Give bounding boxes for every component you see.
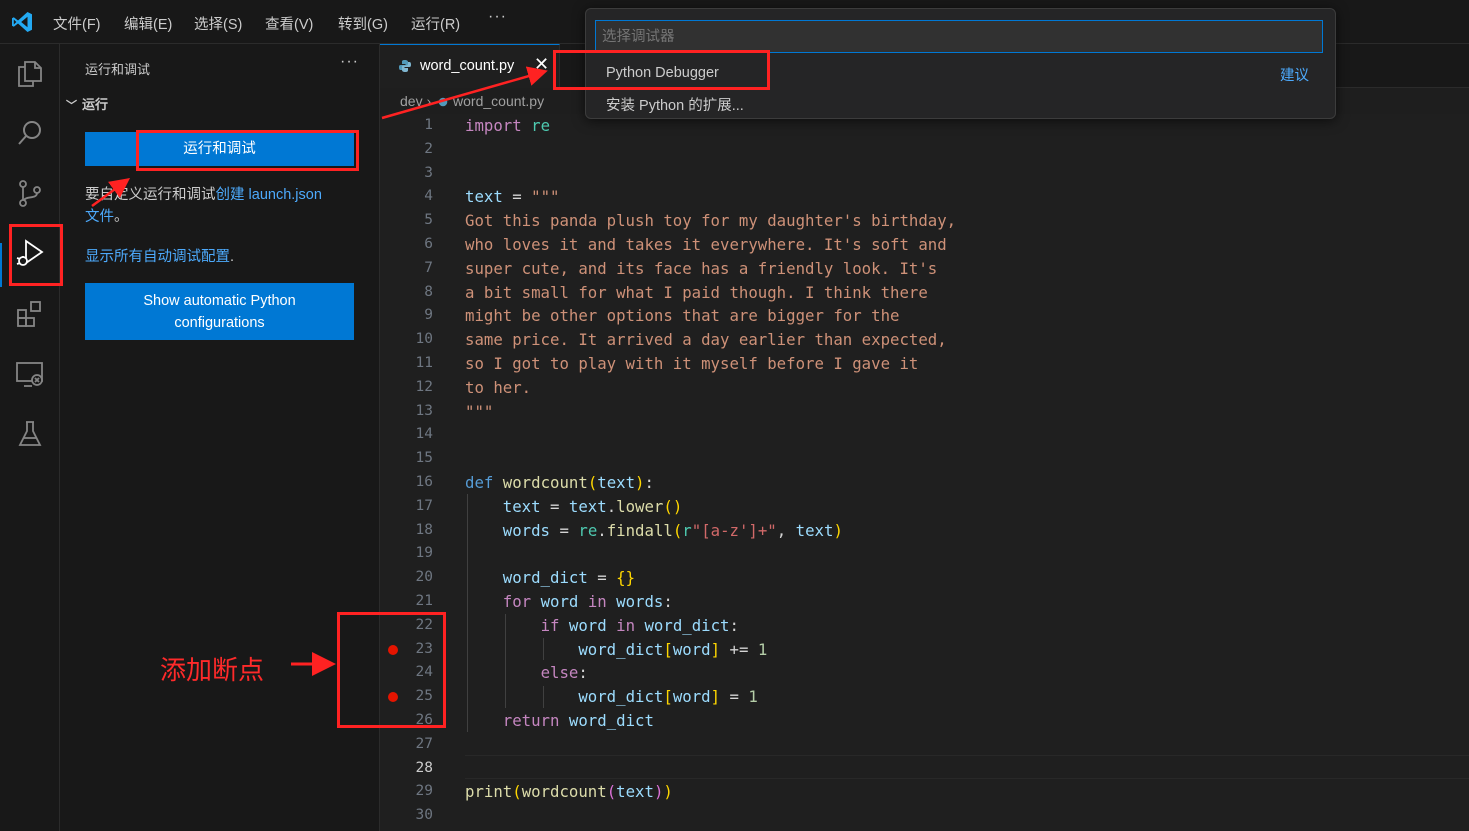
line-number[interactable]: 10 (380, 328, 433, 352)
code-line[interactable]: word_dict = {} (465, 566, 635, 590)
install-python-extension-option[interactable]: 安装 Python 的扩展... (606, 94, 744, 115)
code-line[interactable]: who loves it and takes it everywhere. It… (465, 233, 947, 257)
code-line[interactable]: import re (465, 114, 550, 138)
line-number[interactable]: 7 (380, 257, 433, 281)
line-number[interactable]: 27 (380, 733, 433, 757)
code-line[interactable]: """ (465, 400, 493, 424)
show-all-suffix: . (230, 249, 235, 265)
line-number[interactable]: 19 (380, 542, 433, 566)
menu-view[interactable]: 查看(V) (265, 13, 313, 34)
line-number[interactable]: 11 (380, 352, 433, 376)
chevron-down-icon: ﹀ (66, 100, 77, 112)
explorer-icon[interactable] (14, 57, 46, 89)
search-icon[interactable] (14, 117, 46, 149)
code-line[interactable]: return word_dict (465, 709, 654, 733)
code-line[interactable]: Got this panda plush toy for my daughter… (465, 209, 956, 233)
line-number[interactable]: 18 (380, 519, 433, 543)
current-line-highlight (465, 755, 1469, 779)
debugger-search-input[interactable] (595, 20, 1323, 53)
line-number[interactable]: 16 (380, 471, 433, 495)
code-line[interactable]: word_dict[word] += 1 (465, 638, 767, 662)
code-line[interactable]: same price. It arrived a day earlier tha… (465, 328, 947, 352)
customize-suffix: 。 (114, 209, 129, 225)
menu-edit[interactable]: 编辑(E) (124, 13, 172, 34)
close-icon[interactable]: ✕ (534, 54, 549, 75)
annotation-box-run-button (136, 130, 359, 171)
show-all-configs-link[interactable]: 显示所有自动调试配置 (85, 249, 230, 265)
annotation-box-python-debugger (553, 50, 770, 90)
customize-prefix: 要自定义运行和调试 (85, 187, 216, 203)
menu-selection[interactable]: 选择(S) (194, 13, 242, 34)
run-section-header[interactable]: ﹀ 运行 (66, 94, 108, 113)
line-number[interactable]: 13 (380, 400, 433, 424)
annotation-box-breakpoints (337, 612, 446, 728)
source-control-icon[interactable] (14, 177, 46, 209)
annotation-box-run-icon (9, 224, 63, 286)
line-number[interactable]: 14 (380, 423, 433, 447)
create-launch-json-link-cont[interactable]: 文件 (85, 209, 114, 225)
tab-label: word_count.py (420, 58, 515, 74)
sidebar-title: 运行和调试 (85, 62, 151, 77)
extensions-icon[interactable] (14, 298, 46, 330)
line-number[interactable]: 3 (380, 162, 433, 186)
code-line[interactable]: to her. (465, 376, 531, 400)
code-line[interactable]: a bit small for what I paid though. I th… (465, 281, 928, 305)
code-line[interactable]: might be other options that are bigger f… (465, 304, 899, 328)
breadcrumb-separator-icon: › (426, 93, 432, 109)
run-section-label: 运行 (82, 97, 109, 112)
show-all-configs: 显示所有自动调试配置. (85, 245, 234, 266)
code-line[interactable]: super cute, and its face has a friendly … (465, 257, 937, 281)
create-launch-json-link[interactable]: 创建 launch.json (216, 187, 322, 203)
line-number[interactable]: 29 (380, 780, 433, 804)
python-button-line2: configurations (174, 314, 265, 331)
line-number[interactable]: 2 (380, 138, 433, 162)
code-line[interactable]: for word in words: (465, 590, 673, 614)
code-line[interactable]: if word in word_dict: (465, 614, 739, 638)
python-file-icon (399, 60, 411, 72)
line-number[interactable]: 12 (380, 376, 433, 400)
remote-explorer-icon[interactable] (14, 358, 46, 390)
menu-file[interactable]: 文件(F) (53, 13, 101, 34)
line-number[interactable]: 17 (380, 495, 433, 519)
menu-go[interactable]: 转到(G) (338, 13, 388, 34)
code-line[interactable]: text = """ (465, 185, 559, 209)
line-number[interactable]: 9 (380, 304, 433, 328)
customize-text: 要自定义运行和调试创建 launch.json 文件。 (85, 184, 365, 228)
code-line[interactable]: words = re.findall(r"[a-z']+", text) (465, 519, 843, 543)
activity-bar (0, 44, 60, 831)
line-number[interactable]: 20 (380, 566, 433, 590)
line-number[interactable]: 6 (380, 233, 433, 257)
line-number[interactable]: 21 (380, 590, 433, 614)
line-number[interactable]: 4 (380, 185, 433, 209)
annotation-breakpoint-label: 添加断点 (160, 655, 265, 685)
line-number[interactable]: 8 (380, 281, 433, 305)
line-number[interactable]: 28 (380, 757, 433, 781)
menu-more-icon[interactable]: ··· (488, 8, 507, 26)
line-number[interactable]: 30 (380, 804, 433, 828)
line-number[interactable]: 1 (380, 114, 433, 138)
show-python-configs-button[interactable]: Show automatic Python configurations (85, 283, 354, 340)
code-line[interactable]: so I got to play with it myself before I… (465, 352, 918, 376)
code-line[interactable]: print(wordcount(text)) (465, 780, 673, 804)
sidebar-more-icon[interactable]: ··· (340, 53, 359, 71)
active-indicator (0, 243, 2, 287)
python-file-icon (438, 98, 448, 107)
python-button-line1: Show automatic Python (143, 292, 296, 309)
suggestion-label: 建议 (1280, 68, 1309, 84)
line-number[interactable]: 5 (380, 209, 433, 233)
breadcrumb-folder[interactable]: dev (400, 93, 423, 109)
testing-icon[interactable] (14, 418, 46, 450)
code-line[interactable]: text = text.lower() (465, 495, 683, 519)
line-number[interactable]: 15 (380, 447, 433, 471)
code-line[interactable]: else: (465, 661, 588, 685)
breadcrumb: dev › word_count.py (400, 93, 544, 109)
vscode-logo-icon (12, 12, 32, 32)
code-line[interactable]: def wordcount(text): (465, 471, 654, 495)
breadcrumb-file[interactable]: word_count.py (453, 93, 544, 109)
tab-word-count[interactable]: word_count.py ✕ (380, 44, 560, 88)
menu-run[interactable]: 运行(R) (411, 13, 460, 34)
code-line[interactable]: word_dict[word] = 1 (465, 685, 758, 709)
